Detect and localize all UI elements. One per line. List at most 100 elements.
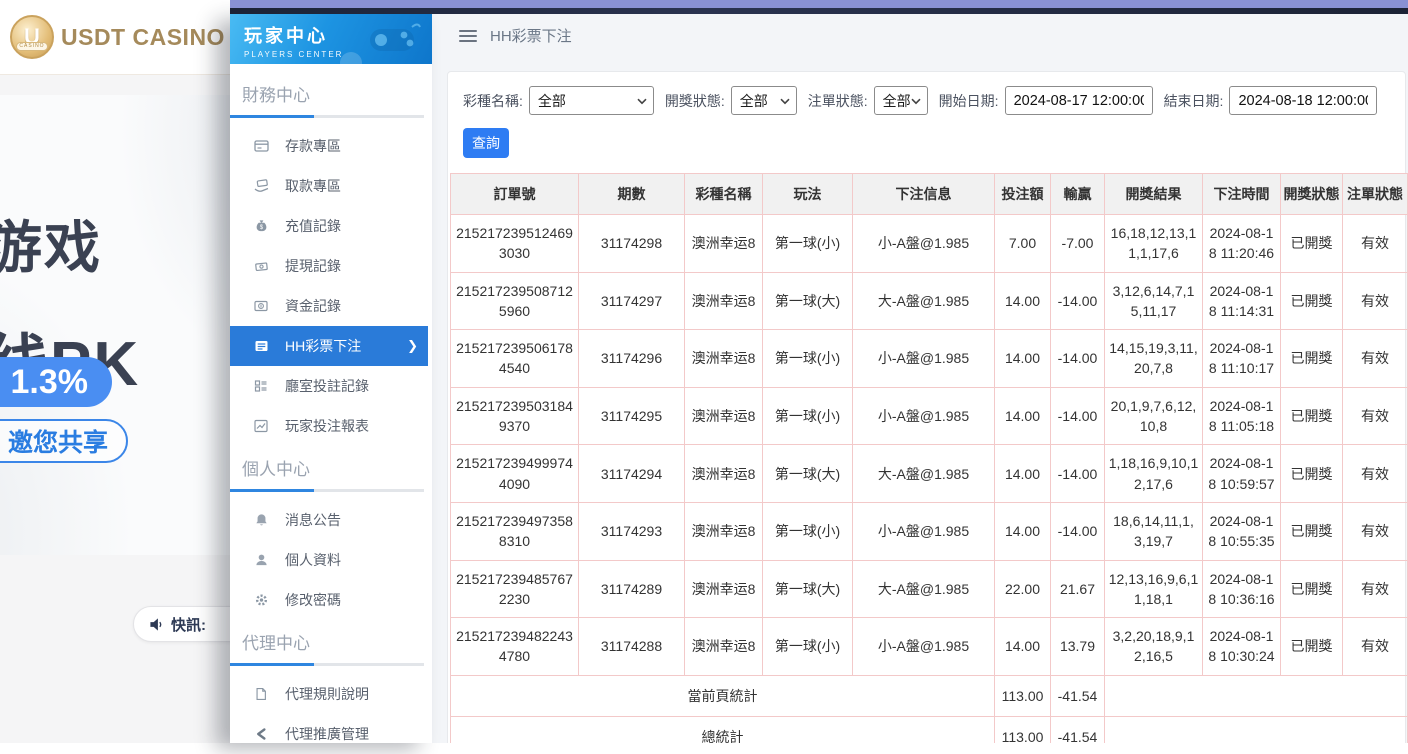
cell-winloss: -14.00 <box>1051 330 1105 388</box>
main-content: HH彩票下注 彩種名稱: 全部 開獎狀態: 全部 注單狀態: 全部 開始日期: … <box>432 14 1408 743</box>
cell-order-status: 有效 <box>1343 618 1408 676</box>
invite-pill: 邀您共享 <box>0 419 128 463</box>
chevron-down-icon <box>780 98 790 105</box>
cell-bet-amount: 14.00 <box>995 272 1051 330</box>
cell-bet-time: 2024-08-18 10:36:16 <box>1203 560 1281 618</box>
end-date-input[interactable] <box>1229 86 1377 115</box>
section-underline <box>230 115 424 118</box>
cell-order-status: 有效 <box>1343 560 1408 618</box>
order-status-select[interactable]: 全部 <box>874 86 928 115</box>
sidebar-item-funds-record[interactable]: 資金記錄 <box>230 286 432 326</box>
filter-bar: 彩種名稱: 全部 開獎狀態: 全部 注單狀態: 全部 開始日期: 結束日期: <box>449 86 1404 115</box>
order-status-label: 注單狀態: <box>808 91 868 111</box>
cell-draw-status: 已開獎 <box>1281 272 1343 330</box>
table-row: 2152172394999744090 31174294 澳洲幸运8 第一球(大… <box>451 445 1408 503</box>
promo-banner: 游戏 线PK 1.3% 邀您共享 <box>0 95 230 555</box>
cell-lottery-name: 澳洲幸运8 <box>685 618 763 676</box>
start-date-input[interactable] <box>1005 86 1153 115</box>
cell-period: 31174297 <box>579 272 685 330</box>
end-date-label: 結束日期: <box>1164 91 1224 111</box>
cell-bet-time: 2024-08-18 11:05:18 <box>1203 387 1281 445</box>
cell-play-type: 第一球(大) <box>763 445 853 503</box>
sidebar-item-profile[interactable]: 個人資料 <box>230 540 432 580</box>
cell-order-status: 有效 <box>1343 215 1408 273</box>
sidebar-item-label: 廳室投註記錄 <box>285 376 369 396</box>
sidebar-item-label: 存款專區 <box>285 136 341 156</box>
grand-stats-label: 總統計 <box>451 717 995 743</box>
gamepad-icon <box>364 21 422 59</box>
cell-lottery-name: 澳洲幸运8 <box>685 560 763 618</box>
cell-play-type: 第一球(大) <box>763 272 853 330</box>
cell-draw-status: 已開獎 <box>1281 445 1343 503</box>
draw-status-select[interactable]: 全部 <box>731 86 797 115</box>
cell-order-no: 2152172395087125960 <box>451 272 579 330</box>
cell-period: 31174294 <box>579 445 685 503</box>
share-icon <box>252 726 270 742</box>
cell-bet-time: 2024-08-18 11:14:31 <box>1203 272 1281 330</box>
funds-record-icon <box>252 298 270 314</box>
col-lottery-name: 彩種名稱 <box>685 174 763 215</box>
cell-draw-status: 已開獎 <box>1281 502 1343 560</box>
cell-winloss: 13.79 <box>1051 618 1105 676</box>
cell-period: 31174296 <box>579 330 685 388</box>
withdraw-hand-icon <box>252 178 270 194</box>
cell-draw-status: 已開獎 <box>1281 618 1343 676</box>
rate-badge: 1.3% <box>0 357 112 407</box>
menu-toggle-icon[interactable] <box>459 30 477 42</box>
table-row: 2152172394822434780 31174288 澳洲幸运8 第一球(小… <box>451 618 1408 676</box>
cell-bet-info: 大-A盤@1.985 <box>853 560 995 618</box>
sidebar-item-hh-lottery-bets[interactable]: HH彩票下注 ❯ <box>230 326 428 366</box>
sidebar-item-player-bet-report[interactable]: 玩家投注報表 <box>230 406 432 446</box>
table-row: 2152172394973588310 31174293 澳洲幸运8 第一球(小… <box>451 502 1408 560</box>
sidebar-item-agent-promotion[interactable]: 代理推廣管理 <box>230 714 432 754</box>
table-header-row: 訂單號 期數 彩種名稱 玩法 下注信息 投注額 輸贏 開獎結果 下注時間 開獎狀… <box>451 174 1408 215</box>
cell-draw-result: 20,1,9,7,6,12,10,8 <box>1105 387 1203 445</box>
cell-order-status: 有效 <box>1343 502 1408 560</box>
sidebar-item-change-password[interactable]: 修改密碼 <box>230 580 432 620</box>
content-card: 彩種名稱: 全部 開獎狀態: 全部 注單狀態: 全部 開始日期: 結束日期: 查… <box>447 71 1406 743</box>
cell-order-no: 2152172394857672230 <box>451 560 579 618</box>
col-bet-amount: 投注額 <box>995 174 1051 215</box>
col-order-status: 注單狀態 <box>1343 174 1408 215</box>
ticker-label: 快訊: <box>171 614 206 635</box>
page-stats-winloss-total: -41.54 <box>1051 675 1105 716</box>
table-row: 2152172395031849370 31174295 澳洲幸运8 第一球(小… <box>451 387 1408 445</box>
table-body: 2152172395124693030 31174298 澳洲幸运8 第一球(小… <box>451 215 1408 676</box>
col-draw-result: 開獎結果 <box>1105 174 1203 215</box>
room-bets-icon <box>252 378 270 394</box>
cell-winloss: -14.00 <box>1051 272 1105 330</box>
gear-icon <box>252 592 270 608</box>
sidebar-item-withdraw[interactable]: 取款專區 <box>230 166 432 206</box>
sidebar-item-label: 充值記錄 <box>285 216 341 236</box>
sidebar-header: 玩家中心 PLAYERS CENTER <box>230 14 432 64</box>
cell-period: 31174293 <box>579 502 685 560</box>
draw-status-label: 開獎狀態: <box>665 91 725 111</box>
cell-bet-amount: 14.00 <box>995 330 1051 388</box>
cell-lottery-name: 澳洲幸运8 <box>685 330 763 388</box>
sidebar-item-room-bet-records[interactable]: 廳室投註記錄 <box>230 366 432 406</box>
sidebar-item-deposit[interactable]: 存款專區 <box>230 126 432 166</box>
sidebar-item-label: HH彩票下注 <box>285 336 361 356</box>
cell-draw-result: 3,12,6,14,7,15,11,17 <box>1105 272 1203 330</box>
cell-bet-time: 2024-08-18 10:30:24 <box>1203 618 1281 676</box>
players-center-sidebar: 玩家中心 PLAYERS CENTER 財務中心 存款專區 取款專區 <box>230 14 432 743</box>
deposit-card-icon <box>252 138 270 154</box>
cell-bet-time: 2024-08-18 10:59:57 <box>1203 445 1281 503</box>
chevron-down-icon <box>637 98 647 105</box>
cell-bet-amount: 14.00 <box>995 502 1051 560</box>
lottery-name-select[interactable]: 全部 <box>529 86 654 115</box>
speaker-icon <box>149 617 164 632</box>
cell-bet-time: 2024-08-18 11:10:17 <box>1203 330 1281 388</box>
cell-order-no: 2152172394822434780 <box>451 618 579 676</box>
sidebar-item-cashout-record[interactable]: 提現記錄 <box>230 246 432 286</box>
cell-period: 31174295 <box>579 387 685 445</box>
cell-bet-info: 小-A盤@1.985 <box>853 618 995 676</box>
col-bet-info: 下注信息 <box>853 174 995 215</box>
sidebar-item-announcements[interactable]: 消息公告 <box>230 500 432 540</box>
sidebar-item-recharge-record[interactable]: $ 充值記錄 <box>230 206 432 246</box>
section-title-personal: 個人中心 <box>230 446 432 489</box>
search-button[interactable]: 查詢 <box>463 128 509 158</box>
cell-winloss: -7.00 <box>1051 215 1105 273</box>
cell-order-status: 有效 <box>1343 387 1408 445</box>
sidebar-item-agent-rules[interactable]: 代理規則說明 <box>230 674 432 714</box>
